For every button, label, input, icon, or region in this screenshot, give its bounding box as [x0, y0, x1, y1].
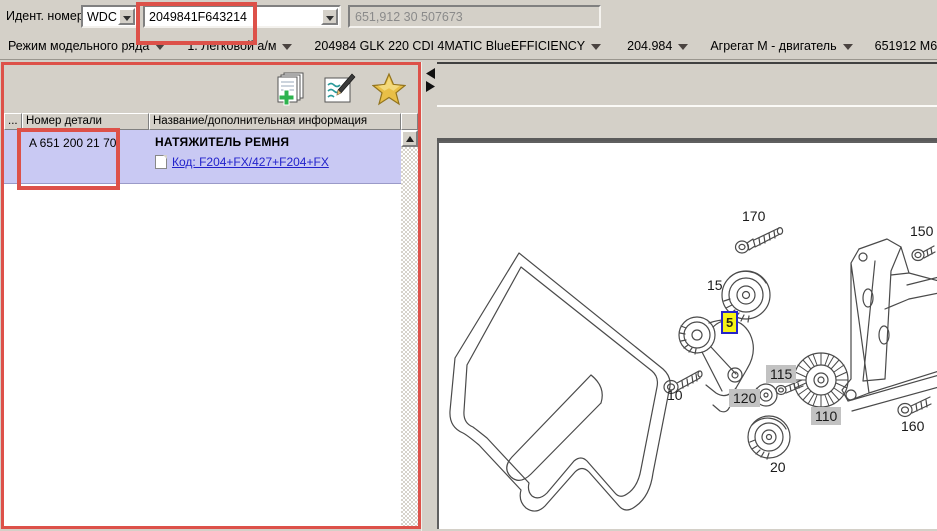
parts-diagram: 170 15 5 10 115 120 110 20 150 160: [437, 141, 937, 529]
callout-150[interactable]: 150: [910, 224, 933, 238]
add-document-icon[interactable]: [272, 71, 306, 107]
column-dots: ...: [4, 113, 22, 130]
part-name-cell: НАТЯЖИТЕЛЬ РЕМНЯ Код: F204+FX/427+F204+F…: [149, 130, 401, 183]
ident-type-value: WDC: [87, 10, 117, 24]
callout-115[interactable]: 115: [766, 365, 796, 383]
callout-120[interactable]: 120: [729, 389, 760, 407]
parts-table-header: ... Номер детали Название/дополнительная…: [4, 113, 418, 130]
ident-type-dropdown-button[interactable]: [118, 8, 135, 25]
scrollbar-track[interactable]: [401, 147, 418, 526]
chevron-down-icon: [282, 44, 292, 50]
vin-input[interactable]: 2049841F643214: [143, 5, 341, 28]
chevron-down-icon: [123, 16, 131, 21]
menu-aggregate[interactable]: Агрегат M - двигатель: [710, 39, 852, 53]
ident-label: Идент. номер: [6, 9, 84, 23]
part-name: НАТЯЖИТЕЛЬ РЕМНЯ: [155, 135, 401, 149]
parts-toolbar: [4, 65, 418, 113]
ident-type-select[interactable]: WDC: [81, 5, 138, 28]
diagram-subbar-empty: [437, 107, 937, 138]
parts-list-panel: ... Номер детали Название/дополнительная…: [1, 62, 421, 529]
chevron-down-icon: [155, 44, 165, 50]
context-menubar: Режим модельного ряда 1. Легковой а/м 20…: [0, 33, 937, 60]
menu-model[interactable]: 204984 GLK 220 CDI 4MATIC BlueEFFICIENCY: [314, 39, 601, 53]
edit-note-icon[interactable]: [322, 71, 356, 107]
document-icon: [155, 155, 167, 169]
engine-number-value: 651,912 30 507673: [355, 10, 463, 24]
part-code-link[interactable]: Код: F204+FX/427+F204+FX: [172, 155, 329, 169]
callout-20[interactable]: 20: [770, 460, 786, 474]
chevron-down-icon: [591, 44, 601, 50]
part-number-cell: A 651 200 21 70: [22, 130, 149, 183]
engine-number-readonly-field: 651,912 30 507673: [348, 5, 601, 28]
collapse-right-icon[interactable]: [426, 81, 435, 92]
menu-model-code[interactable]: 204.984: [627, 39, 688, 53]
callout-160[interactable]: 160: [901, 419, 924, 433]
column-scrollbar-stub: [401, 113, 418, 130]
vin-value: 2049841F643214: [149, 10, 247, 24]
diagram-toolbar-empty: [437, 64, 937, 107]
callout-15[interactable]: 15: [707, 278, 723, 292]
chevron-down-icon: [326, 16, 334, 21]
column-name: Название/дополнительная информация: [149, 113, 401, 130]
callout-110[interactable]: 110: [811, 407, 841, 425]
belt-tensioner-line-art: [439, 143, 937, 529]
scroll-up-icon: [406, 136, 414, 142]
ident-bar: Идент. номер WDC 2049841F643214 651,912 …: [0, 0, 937, 33]
menu-engine[interactable]: 651912 M651 D22 G4: [875, 39, 937, 53]
table-scrollbar[interactable]: [401, 130, 418, 526]
column-part-number: Номер детали: [22, 113, 149, 130]
vin-dropdown-button[interactable]: [321, 8, 338, 25]
collapse-left-icon[interactable]: [426, 68, 435, 79]
menu-mode[interactable]: Режим модельного ряда: [8, 39, 165, 53]
callout-10[interactable]: 10: [667, 388, 683, 402]
scrollbar-up-button[interactable]: [401, 130, 418, 147]
diagram-panel: 170 15 5 10 115 120 110 20 150 160: [437, 62, 937, 531]
panel-splitter[interactable]: [421, 62, 437, 531]
callout-5-selected[interactable]: 5: [721, 311, 738, 334]
parts-table: ... Номер детали Название/дополнительная…: [4, 113, 418, 526]
chevron-down-icon: [678, 44, 688, 50]
chevron-down-icon: [843, 44, 853, 50]
callout-170[interactable]: 170: [742, 209, 765, 223]
favorite-star-icon[interactable]: [372, 71, 406, 107]
table-row[interactable]: A 651 200 21 70 НАТЯЖИТЕЛЬ РЕМНЯ Код: F2…: [4, 130, 418, 184]
epc-window: { "colors": { "window_bg": "#d4d0c8", "r…: [0, 0, 937, 531]
menu-vehicle-class[interactable]: 1. Легковой а/м: [187, 39, 292, 53]
